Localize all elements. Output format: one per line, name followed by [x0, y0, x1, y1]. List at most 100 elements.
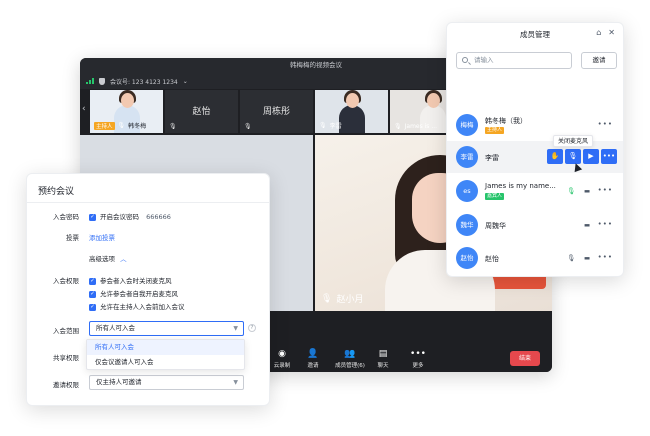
member-row[interactable]: 赵怡 赵怡 🎙 ▬ ••• — [447, 242, 623, 274]
camera-icon[interactable]: ▶ — [583, 149, 599, 164]
more-label: 更多 — [412, 363, 424, 369]
thumbnail-label: 主持人 🎙 韩冬梅 — [94, 121, 146, 130]
member-name: 李雷 — [485, 154, 499, 162]
permission-option[interactable]: ✓ 参会者入会时关闭麦克风 — [89, 275, 172, 285]
header-icons: ⌂ ✕ — [596, 28, 615, 37]
end-meeting-button[interactable]: 结束 — [510, 351, 540, 366]
more-icon[interactable]: ••• — [598, 253, 613, 261]
search-input[interactable]: 请输入 — [456, 52, 572, 69]
more-icon[interactable]: ••• — [598, 220, 613, 228]
close-icon[interactable]: ✕ — [608, 28, 615, 37]
checkbox[interactable]: ✓ — [89, 303, 96, 311]
more-icon[interactable]: ••• — [598, 186, 613, 194]
members-toolbar-button[interactable]: 👥 成员管理(6) — [330, 349, 370, 369]
member-name: James is my name... — [485, 182, 556, 190]
camera-icon: ▬ — [584, 187, 591, 195]
chevron-down-icon[interactable]: ⌄ — [183, 78, 188, 85]
head — [346, 93, 359, 108]
hand-icon[interactable]: ✋ — [547, 149, 563, 164]
camera-icon: ▬ — [584, 221, 591, 229]
thumbnail-name: 李雷 — [329, 123, 342, 130]
password-label: 入会密码 — [53, 213, 79, 221]
schedule-title: 预约会议 — [38, 187, 75, 197]
chat-label: 聊天 — [377, 363, 389, 369]
member-row[interactable]: 魏华 周魏华 ▬ ••• — [447, 209, 623, 241]
scope-select[interactable]: 所有人可入会 ▼ — [89, 321, 244, 336]
thumbnail-name: 赵怡 — [192, 107, 211, 117]
vote-label: 投票 — [66, 234, 79, 242]
invite-permission-select[interactable]: 仅主持人可邀请 ▼ — [89, 375, 244, 390]
host-tag: 主持人 — [94, 121, 115, 130]
help-icon[interactable]: ? — [248, 324, 256, 332]
member-management-panel: 成员管理 ⌂ ✕ 请输入 邀请 梅梅 韩冬梅（我） 主持人 ••• 李雷 李雷 … — [446, 22, 624, 277]
thumbnail-name: James is ... — [404, 123, 438, 130]
thumbnail-zhoudongtong[interactable]: 周栋彤 🎙 — [240, 90, 313, 133]
permission-option[interactable]: ✓ 允许参会者自我开启麦克风 — [89, 288, 178, 298]
record-label: 云录制 — [273, 363, 291, 369]
add-vote-link[interactable]: 添加投票 — [89, 232, 115, 242]
invite-button[interactable]: 邀请 — [581, 52, 617, 69]
dropdown-option[interactable]: 仅会议邀请人可入会 — [87, 355, 244, 370]
members-icon: 👥 — [344, 349, 356, 359]
more-icon: ••• — [410, 349, 426, 359]
search-icon — [462, 57, 468, 63]
thumbnail-zhaoyi[interactable]: 赵怡 🎙 — [165, 90, 238, 133]
popout-icon[interactable]: ⌂ — [596, 28, 601, 37]
guest-badge: 嘉宾人 — [485, 193, 505, 200]
schedule-meeting-panel: 预约会议 入会密码 ✓ 开启会议密码 666666 投票 添加投票 高级选项 ︿ … — [26, 173, 270, 406]
signal-icon — [86, 78, 94, 84]
password-checkbox[interactable]: ✓ — [89, 213, 96, 221]
member-row[interactable]: 梅梅 韩冬梅（我） 主持人 ••• — [447, 109, 623, 141]
shield-icon — [99, 77, 105, 85]
permission-option[interactable]: ✓ 允许在主持人入会前加入会议 — [89, 301, 185, 311]
member-row[interactable]: es James is my name... 嘉宾人 🎙 ▬ ••• — [447, 175, 623, 207]
permission-text: 参会者入会时关闭麦克风 — [100, 277, 172, 285]
caret-down-icon: ▼ — [233, 379, 238, 386]
password-value: 666666 — [146, 213, 171, 221]
advanced-options-toggle[interactable]: 高级选项 ︿ — [89, 253, 127, 263]
permission-label: 入会权限 — [53, 277, 79, 285]
member-name: 赵怡 — [485, 255, 499, 263]
mic-icon: 🎙 — [567, 254, 576, 262]
divider — [27, 202, 269, 203]
thumbnail-name: 周栋彤 — [262, 107, 290, 117]
more-icon[interactable]: ••• — [601, 149, 617, 164]
mic-icon: 🎙 — [567, 187, 576, 195]
head — [121, 93, 134, 108]
host-badge: 主持人 — [485, 127, 505, 134]
invite-toolbar-button[interactable]: 👤 邀请 — [295, 349, 331, 369]
member-row[interactable]: 李雷 李雷 ✋ 🎙 ▶ ••• — [447, 141, 623, 173]
thumbnail-label: 🎙 James is ... — [394, 123, 437, 130]
password-text: 开启会议密码 — [100, 213, 139, 221]
more-button[interactable]: ••• 更多 — [400, 349, 436, 369]
thumbnail-host[interactable]: 主持人 🎙 韩冬梅 — [90, 90, 163, 133]
chat-button[interactable]: ▤ 聊天 — [365, 349, 401, 369]
thumbnail-name: 韩冬梅 — [128, 123, 147, 130]
scope-value: 所有人可入会 — [96, 324, 135, 332]
mic-icon: 🎙 — [321, 293, 333, 304]
checkbox[interactable]: ✓ — [89, 277, 96, 285]
mic-icon: 🎙 — [394, 123, 402, 130]
invite-permission-label: 邀请权限 — [53, 381, 79, 389]
invite-icon: 👤 — [307, 349, 319, 359]
meeting-id: 会议号: 123 4123 1234 — [110, 78, 178, 86]
head — [427, 93, 440, 108]
share-label: 共享权限 — [53, 354, 79, 362]
speaker-name: 赵小月 — [336, 295, 364, 305]
invite-permission-value: 仅主持人可邀请 — [96, 378, 142, 386]
avatar: 李雷 — [456, 146, 478, 168]
more-icon[interactable]: ••• — [598, 120, 613, 128]
thumbnail-lilei[interactable]: 🎙 李雷 — [315, 90, 388, 133]
password-row: ✓ 开启会议密码 666666 — [89, 211, 171, 221]
permission-text: 允许参会者自我开启麦克风 — [100, 290, 178, 298]
checkbox[interactable]: ✓ — [89, 290, 96, 298]
speaker-label: 🎙 赵小月 — [321, 292, 364, 306]
member-name: 韩冬梅（我） — [485, 117, 527, 125]
invite-label: 邀请 — [307, 363, 319, 369]
person-figure — [339, 90, 365, 133]
caret-down-icon: ▼ — [233, 325, 238, 332]
mic-icon: 🎙 — [117, 122, 126, 129]
dropdown-option[interactable]: 所有人可入会 — [87, 340, 244, 355]
chevron-left-icon[interactable]: ‹ — [82, 104, 86, 114]
members-label: 成员管理(6) — [335, 363, 365, 369]
